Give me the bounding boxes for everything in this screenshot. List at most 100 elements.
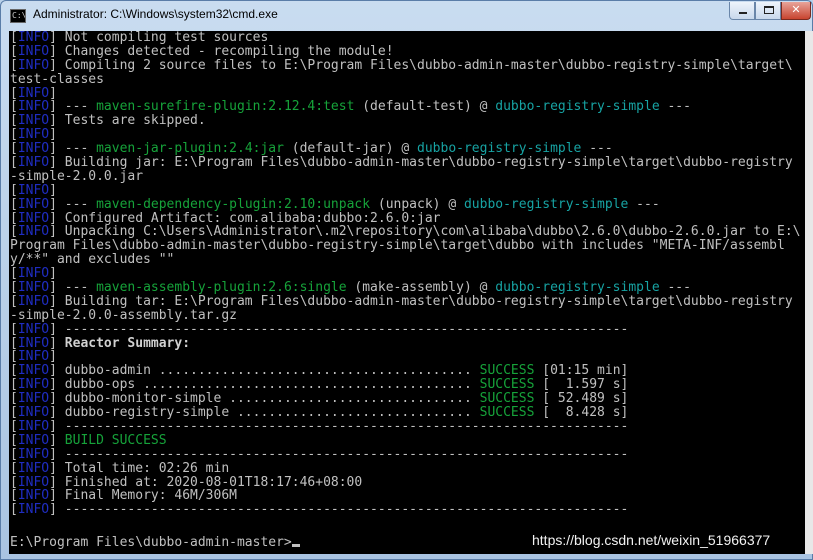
log-bracket: ] bbox=[49, 183, 65, 198]
log-bracket: ] bbox=[49, 364, 65, 379]
log-bracket: ] bbox=[49, 350, 65, 365]
log-text: SUCCESS bbox=[479, 406, 535, 420]
console-line: [INFO] Reactor Summary: bbox=[10, 337, 805, 351]
log-text: Not compiling test sources bbox=[64, 31, 269, 45]
log-text: dubbo-registry-simple bbox=[417, 142, 582, 157]
log-text: -simple-2.0.0.jar bbox=[10, 169, 144, 184]
log-bracket: [ bbox=[10, 225, 18, 240]
log-level: INFO bbox=[17, 489, 50, 504]
log-bracket: ] bbox=[49, 197, 65, 212]
log-bracket: [ bbox=[10, 322, 18, 337]
log-text: test-classes bbox=[10, 72, 104, 87]
log-level: INFO bbox=[17, 31, 50, 45]
log-text: SUCCESS bbox=[479, 364, 535, 379]
log-text: dubbo-registry-simple bbox=[495, 281, 660, 295]
log-text: ----------------------------------------… bbox=[64, 322, 629, 337]
log-bracket: ] bbox=[49, 44, 65, 59]
console-line: [INFO] ---------------------------------… bbox=[10, 503, 805, 517]
log-level: INFO bbox=[17, 128, 50, 143]
window-title: Administrator: C:\Windows\system32\cmd.e… bbox=[33, 7, 278, 21]
log-text: Finished at: 2020-08-01T18:17:46+08:00 bbox=[64, 475, 363, 490]
log-text: Changes detected - recompiling the modul… bbox=[64, 44, 394, 59]
log-level: INFO bbox=[17, 142, 50, 157]
console-line: [INFO] Configured Artifact: com.alibaba:… bbox=[10, 212, 805, 226]
command-prompt[interactable]: E:\Program Files\dubbo-admin-master> bbox=[10, 536, 300, 550]
console-line: [INFO] bbox=[10, 267, 805, 281]
log-text: Unpacking C:\Users\Administrator\.m2\rep… bbox=[64, 225, 801, 240]
close-button[interactable]: ✕ bbox=[781, 2, 811, 20]
log-bracket: [ bbox=[10, 475, 18, 490]
console-output[interactable]: [INFO] Not compiling test sources [INFO] … bbox=[9, 31, 805, 554]
cmd-app-icon[interactable]: C:\ bbox=[10, 9, 26, 23]
log-text: dubbo-monitor-simple ...................… bbox=[64, 392, 480, 407]
log-level: INFO bbox=[17, 364, 50, 379]
prompt-text: E:\Program Files\dubbo-admin-master> bbox=[10, 535, 292, 550]
log-level: INFO bbox=[17, 503, 50, 518]
console-line: Program Files\dubbo-admin-master\dubbo-r… bbox=[10, 239, 805, 253]
log-text: -simple-2.0.0-assembly.tar.gz bbox=[10, 308, 237, 323]
cmd-window: C:\ Administrator: C:\Windows\system32\c… bbox=[0, 0, 813, 560]
console-line: [INFO] --- maven-dependency-plugin:2.10:… bbox=[10, 198, 805, 212]
log-bracket: [ bbox=[10, 44, 18, 59]
log-level: INFO bbox=[17, 322, 50, 337]
log-level: INFO bbox=[17, 86, 50, 101]
console-line: [INFO] bbox=[10, 128, 805, 142]
log-text: (unpack) @ bbox=[370, 197, 464, 212]
log-text: --- bbox=[64, 197, 97, 212]
console-line: [INFO] --- maven-jar-plugin:2.4:jar (def… bbox=[10, 142, 805, 156]
log-bracket: [ bbox=[10, 267, 18, 282]
log-bracket: [ bbox=[10, 433, 18, 448]
log-text: --- bbox=[64, 100, 97, 115]
log-bracket: [ bbox=[10, 114, 18, 129]
log-bracket: ] bbox=[49, 225, 65, 240]
console-line: [INFO] Total time: 02:26 min bbox=[10, 462, 805, 476]
log-bracket: [ bbox=[10, 156, 18, 170]
log-text: Total time: 02:26 min bbox=[64, 461, 230, 476]
minimize-button[interactable] bbox=[729, 2, 755, 20]
log-bracket: ] bbox=[49, 475, 65, 490]
text-cursor bbox=[291, 544, 300, 547]
log-text: dubbo-ops ..............................… bbox=[64, 378, 480, 393]
log-bracket: [ bbox=[10, 336, 18, 351]
close-icon: ✕ bbox=[791, 3, 801, 16]
log-text: (default-jar) @ bbox=[283, 142, 418, 157]
log-bracket: [ bbox=[10, 461, 18, 476]
console-line: [INFO] dubbo-monitor-simple ............… bbox=[10, 392, 805, 406]
console-line: [INFO] Finished at: 2020-08-01T18:17:46+… bbox=[10, 476, 805, 490]
log-text: ----------------------------------------… bbox=[64, 419, 629, 434]
log-level: INFO bbox=[17, 211, 50, 226]
title-bar[interactable]: C:\ Administrator: C:\Windows\system32\c… bbox=[1, 1, 812, 31]
log-level: INFO bbox=[17, 475, 50, 490]
console-line: [INFO] Tests are skipped. bbox=[10, 114, 805, 128]
log-bracket: ] bbox=[49, 156, 65, 170]
log-level: INFO bbox=[17, 433, 50, 448]
console-lines: [INFO] Not compiling test sources [INFO] … bbox=[10, 31, 805, 517]
log-level: INFO bbox=[17, 378, 50, 393]
log-text: (make-assembly) @ bbox=[346, 281, 496, 295]
vertical-scrollbar[interactable] bbox=[805, 31, 813, 554]
console-line: [INFO] ---------------------------------… bbox=[10, 448, 805, 462]
console-line: [INFO] BUILD SUCCESS bbox=[10, 434, 805, 448]
log-text: Program Files\dubbo-admin-master\dubbo-r… bbox=[10, 239, 785, 254]
console-line: test-classes bbox=[10, 73, 805, 87]
log-bracket: ] bbox=[49, 142, 65, 157]
log-level: INFO bbox=[17, 406, 50, 420]
console-line: [INFO] --- maven-assembly-plugin:2.6:sin… bbox=[10, 281, 805, 295]
log-text: maven-dependency-plugin:2.10:unpack bbox=[96, 197, 371, 212]
log-bracket: [ bbox=[10, 350, 18, 365]
log-bracket: ] bbox=[49, 267, 65, 282]
log-bracket: [ bbox=[10, 211, 18, 226]
log-text: Building jar: E:\Program Files\dubbo-adm… bbox=[64, 156, 793, 170]
log-text: (default-test) @ bbox=[354, 100, 496, 115]
log-text: SUCCESS bbox=[479, 378, 535, 393]
log-bracket: [ bbox=[10, 86, 18, 101]
log-bracket: [ bbox=[10, 142, 18, 157]
console-line: [INFO] Changes detected - recompiling th… bbox=[10, 45, 805, 59]
log-bracket: [ bbox=[10, 197, 18, 212]
console-line: [INFO] dubbo-ops .......................… bbox=[10, 378, 805, 392]
log-bracket: ] bbox=[49, 114, 65, 129]
console-line: [INFO] bbox=[10, 87, 805, 101]
console-line: [INFO] Building jar: E:\Program Files\du… bbox=[10, 156, 805, 170]
log-text: [ 1.597 s] bbox=[534, 378, 629, 393]
maximize-button[interactable] bbox=[755, 2, 781, 20]
